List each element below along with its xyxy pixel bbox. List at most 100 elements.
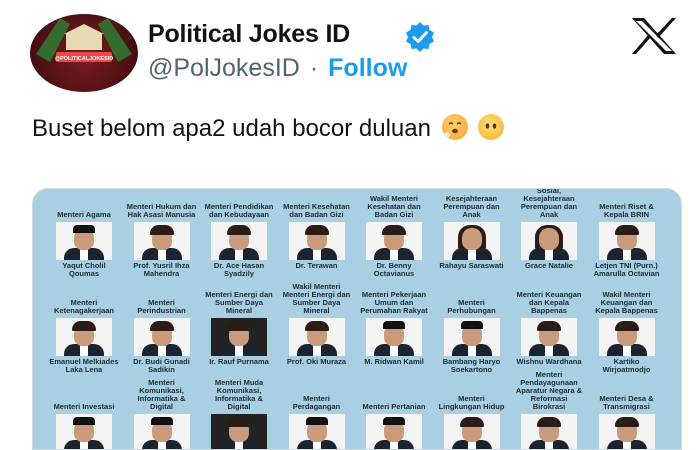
avatar-text: @POLITICALJOKESID [55,56,114,62]
minister-photo [598,414,655,449]
minister-photo [443,318,500,356]
minister-photo [211,318,267,356]
avatar[interactable]: @POLITICALJOKESID [30,14,138,92]
minister-photo [443,414,500,449]
minister-card: Menteri Energi dan Sumber Daya Mineral Ir… [204,289,274,366]
minister-photo [598,318,655,356]
minister-name: Dr. Benny Octavianus [373,261,415,278]
minister-photo [56,414,112,449]
minister-name: Letjen TNI (Purn.) Amarulla Octavian [593,261,660,278]
minister-title: Menteri Perhubungan [447,298,496,315]
minister-name: Grace Natalie [525,261,573,270]
minister-name: Bambang Haryo Soekartono [442,357,501,374]
minister-title: Menteri Perdagangan [292,394,341,411]
minister-card: Menteri Pertanian [359,385,429,449]
minister-card: Menteri Hukum dan Hak Asasi Manusia Prof.… [127,193,197,278]
author-handle[interactable]: @PolJokesID [148,54,300,83]
minister-title: Menteri Kesehatan dan Badan Gizi [283,202,350,219]
minister-photo [56,222,112,260]
minister-card: Wakil Menteri Menteri Energi dan Sumber … [282,282,352,366]
minister-name: Prof. Yusril Ihza Mahendra [133,261,190,278]
minister-title: Wakil Menteri Menteri Energi dan Sumber … [282,282,351,315]
minister-card: Menteri Komunikasi, Informatika & Digita… [127,378,197,449]
x-logo-icon[interactable] [628,16,680,56]
minister-title: Menteri Perindustrian [137,298,186,315]
minister-photo [211,222,267,260]
minister-photo [521,318,577,356]
minister-card: Menteri Riset & Kepala BRIN Letjen TNI (P… [592,193,662,278]
minister-title: Menteri Pendidikan dan Kebudayaan [204,202,274,219]
minister-photo [288,318,345,356]
tweet-text: Buset belom apa2 udah bocor duluan [32,113,552,145]
minister-card: Menteri Perhubungan Bambang Haryo Soekart… [437,289,507,374]
face-exhaling-emoji-icon [441,114,468,140]
minister-title: Menteri Riset & Kepala BRIN [599,202,654,219]
minister-name: Dr. Terawan [295,261,338,270]
minister-photo [133,222,190,260]
tweet-body: Buset belom apa2 udah bocor duluan [32,115,431,142]
minister-title: Menteri Keuangan dan Kepala Bappenas [516,290,582,315]
tweet-card: @POLITICALJOKESID Political Jokes ID @Po… [0,0,700,450]
minister-card: Kesejahteraan Perempuan dan Anak Rahayu S… [437,193,507,270]
minister-name: Emanuel Melkiades Laka Lena [49,357,119,374]
minister-title: Menteri Muda Komunikasi, Informatika & D… [214,378,264,411]
minister-card: Menteri Ketenagakerjaan Emanuel Melkiades… [49,289,119,374]
minister-card: Sosial, Kesejahteraan Perempuan dan Anak… [514,188,584,270]
tweet-image[interactable]: Menteri Agama Yaqut Cholil Qoumas Menteri … [32,188,682,450]
minister-card: Menteri Investasi [49,385,119,449]
dot-separator: · [309,54,319,82]
minister-title: Menteri Ketenagakerjaan [53,298,115,315]
minister-name: Dr. Ace Hasan Syadzily [213,261,265,278]
minister-name: Rahayu Saraswati [439,261,504,270]
minister-photo [521,414,577,449]
minister-title: Menteri Komunikasi, Informatika & Digita… [137,378,186,411]
minister-card: Menteri Desa & Transmigrasi [592,385,662,449]
follow-button[interactable]: Follow [328,54,407,83]
minister-card: Menteri Lingkungan Hidup [437,385,507,449]
minister-title: Menteri Pendayagunaan Aparatur Negara & … [515,370,583,411]
minister-name: Wishnu Wardhana [516,357,582,366]
minister-name: Dr. Budi Gunadi Sadikin [133,357,190,374]
minister-photo [288,414,345,449]
minister-photo [133,318,190,356]
minister-title: Menteri Pekerjaan Umum dan Perumahan Rak… [360,290,428,315]
minister-title: Menteri Lingkungan Hidup [438,394,505,411]
minister-title: Menteri Agama [57,210,111,219]
minister-card: Menteri Muda Komunikasi, Informatika & D… [204,378,274,449]
minister-card: Menteri Kesehatan dan Badan Gizi Dr. Tera… [282,193,352,270]
minister-title: Sosial, Kesejahteraan Perempuan dan Anak [520,188,578,219]
handle-row: @PolJokesID · Follow [148,54,407,83]
minister-photo [521,222,577,260]
minister-photo [366,222,422,260]
minister-card: Menteri Pendayagunaan Aparatur Negara & … [514,370,584,449]
face-without-mouth-emoji-icon [478,114,505,140]
minister-photo [443,222,500,260]
minister-title: Menteri Investasi [53,402,115,411]
minister-card: Menteri Pekerjaan Umum dan Perumahan Rak… [359,289,429,366]
minister-photo [56,318,112,356]
minister-photo [288,222,345,260]
minister-photo [211,414,267,449]
minister-photo [598,222,655,260]
minister-photo [366,318,422,356]
minister-title: Menteri Desa & Transmigrasi [599,394,654,411]
minister-name: Prof. Oki Muraza [286,357,347,366]
minister-card: Menteri Perdagangan [282,385,352,449]
minister-title: Wakil Menteri Kesehatan dan Badan Gizi [367,194,421,219]
avatar-logo-icon: @POLITICALJOKESID [36,18,132,62]
minister-card: Menteri Pendidikan dan Kebudayaan Dr. Ace… [204,193,274,278]
author-name[interactable]: Political Jokes ID [148,20,350,49]
minister-name: Yaqut Cholil Qoumas [62,261,106,278]
minister-photo [366,414,422,449]
minister-card: Wakil Menteri Kesehatan dan Badan Gizi Dr… [359,193,429,278]
verified-badge-icon [406,22,434,52]
minister-card: Menteri Perindustrian Dr. Budi Gunadi Sad… [127,289,197,374]
minister-name: Ir. Rauf Purnama [209,357,269,366]
minister-name: Kartiko Wirjoatmodjo [602,357,651,374]
minister-card: Menteri Keuangan dan Kepala Bappenas Wish… [514,289,584,366]
minister-title: Menteri Hukum dan Hak Asasi Manusia [126,202,197,219]
minister-title: Kesejahteraan Perempuan dan Anak [443,194,500,219]
minister-photo [133,414,190,449]
minister-title: Wakil Menteri Keuangan dan Kepala Bappen… [595,290,658,315]
minister-card: Menteri Agama Yaqut Cholil Qoumas [49,193,119,278]
